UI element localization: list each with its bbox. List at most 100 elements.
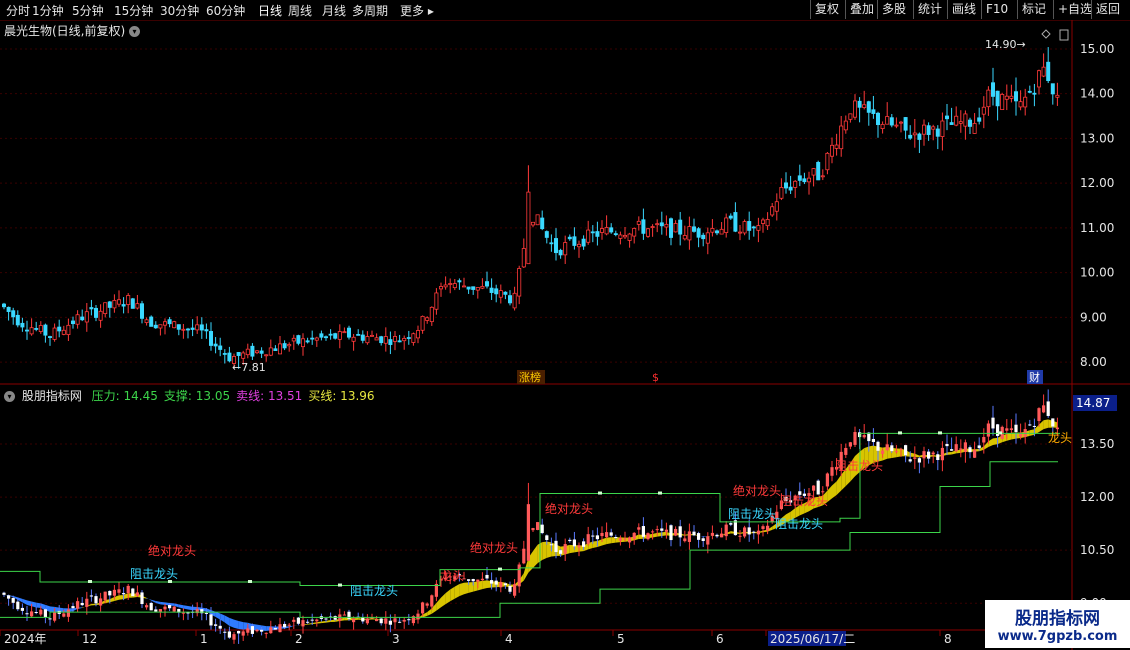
lower-body xyxy=(655,529,659,531)
lower-body xyxy=(154,609,158,612)
candle-body xyxy=(885,116,890,125)
candle-body xyxy=(926,125,931,135)
lower-body xyxy=(480,578,484,581)
candle-body xyxy=(641,219,646,234)
band-segment xyxy=(307,622,313,625)
candle-body xyxy=(636,220,641,225)
lower-body xyxy=(572,539,576,547)
lower-body xyxy=(1055,427,1059,430)
candle-body xyxy=(889,117,894,126)
candle-body xyxy=(972,123,977,134)
candle-body xyxy=(135,303,140,309)
diamond-icon xyxy=(1041,29,1051,39)
lower-body xyxy=(503,583,507,586)
band-segment xyxy=(657,532,662,537)
kline-chart[interactable]: 15.0014.0013.0012.0011.0010.009.008.0013… xyxy=(0,0,1130,650)
lower-body xyxy=(1028,424,1032,426)
lower-body xyxy=(278,624,282,633)
candle-body xyxy=(144,319,149,323)
candle-body xyxy=(558,249,563,256)
lower-body xyxy=(490,580,494,584)
candle-body xyxy=(75,314,80,325)
candle-body xyxy=(484,281,489,287)
candle-body xyxy=(917,133,922,140)
band-segment xyxy=(155,601,161,605)
signal-label: 阻击龙头 xyxy=(835,459,883,473)
lower-body xyxy=(398,621,402,623)
lower-body xyxy=(683,538,687,542)
band-segment xyxy=(947,452,952,455)
candle-body xyxy=(117,299,122,305)
candle-body xyxy=(38,325,43,332)
resistance-dot xyxy=(898,431,902,435)
lower-body xyxy=(526,504,530,561)
candle-body xyxy=(158,324,163,329)
band-segment xyxy=(445,589,451,605)
candle-body xyxy=(761,219,766,224)
candle-body xyxy=(696,228,701,238)
candle-body xyxy=(323,336,328,339)
candle-body xyxy=(98,310,103,321)
candle-body xyxy=(208,331,213,346)
candle-body xyxy=(296,335,301,344)
candle-body xyxy=(443,284,448,288)
candle-body xyxy=(903,117,908,131)
band-segment xyxy=(602,537,607,546)
lower-body xyxy=(600,532,604,537)
lower-body xyxy=(973,449,977,458)
band-segment xyxy=(459,582,464,597)
lower-body xyxy=(425,603,429,606)
lower-body xyxy=(1009,428,1013,431)
high-annotation: 14.90→ xyxy=(985,38,1026,51)
candle-body xyxy=(843,120,848,131)
lower-body xyxy=(227,631,231,638)
lower-body xyxy=(145,605,149,608)
lower-body xyxy=(273,628,277,630)
lower-body xyxy=(913,457,917,459)
lower-body xyxy=(315,619,319,622)
x-axis-label: 12 xyxy=(82,632,97,646)
candle-body xyxy=(475,287,480,291)
candle-body xyxy=(894,124,899,127)
band-segment xyxy=(151,599,156,604)
lower-body xyxy=(246,628,250,633)
candle-body xyxy=(899,121,904,124)
candle-body xyxy=(820,175,825,178)
candle-body xyxy=(471,286,476,290)
lower-body xyxy=(333,616,337,620)
band-segment xyxy=(160,601,165,605)
lower-body xyxy=(1042,405,1046,413)
lower-body xyxy=(646,533,650,540)
band-segment xyxy=(441,593,446,608)
signal-label: 阻击龙头 xyxy=(780,494,828,508)
window-icon xyxy=(1059,29,1069,41)
lower-body xyxy=(76,601,80,609)
candle-body xyxy=(457,280,462,283)
lower-body xyxy=(16,601,20,610)
lower-body xyxy=(149,602,153,611)
x-axis-label: 5 xyxy=(617,632,625,646)
lower-body xyxy=(89,595,93,597)
candle-body xyxy=(738,231,743,234)
lower-body xyxy=(554,540,558,553)
lower-body xyxy=(218,625,222,629)
candle-body xyxy=(853,100,858,118)
candle-body xyxy=(195,324,200,331)
y-tick-label: 15.00 xyxy=(1080,42,1114,56)
candle-body xyxy=(572,236,577,246)
candle-body xyxy=(646,228,651,237)
candle-body xyxy=(57,326,62,332)
lower-body xyxy=(310,619,314,621)
candle-body xyxy=(167,319,172,325)
lower-body xyxy=(2,592,6,595)
lower-body xyxy=(292,619,296,622)
candle-body xyxy=(949,122,954,125)
lower-body xyxy=(678,526,682,538)
lower-body xyxy=(674,528,678,536)
lower-body xyxy=(112,589,116,596)
lower-body xyxy=(628,537,632,543)
candle-body xyxy=(871,109,876,114)
candle-body xyxy=(659,222,664,227)
candle-body xyxy=(586,229,591,243)
candle-body xyxy=(20,322,25,328)
